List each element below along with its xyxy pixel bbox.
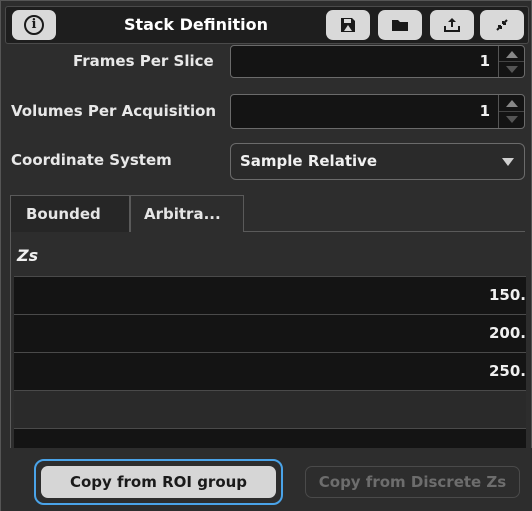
decrement-button[interactable] <box>499 62 524 78</box>
chevron-down-icon <box>506 65 518 73</box>
coordinate-system-label: Coordinate System <box>11 151 172 169</box>
chevron-up-icon <box>506 100 518 107</box>
table-row[interactable]: 250. <box>14 352 526 390</box>
tab-bounded[interactable]: Bounded <box>10 195 130 232</box>
title-bar: i Stack Definition <box>5 6 529 44</box>
save-icon <box>341 18 355 32</box>
collapse-icon <box>496 19 508 31</box>
chevron-down-icon <box>506 115 518 123</box>
decrement-button[interactable] <box>499 112 524 129</box>
frames-per-slice-spinner <box>498 46 524 77</box>
info-icon: i <box>24 15 44 35</box>
table-row[interactable]: 200. <box>14 314 526 352</box>
zs-header: Zs <box>17 246 39 265</box>
increment-button[interactable] <box>499 46 524 62</box>
table-row-empty[interactable] <box>14 428 526 448</box>
frames-per-slice-value: 1 <box>479 52 490 70</box>
z-value: 150. <box>488 286 526 304</box>
copy-from-roi-group-button[interactable]: Copy from ROI group <box>34 459 283 505</box>
table-row[interactable]: 150. <box>14 276 526 314</box>
zs-table: Zs 150. 200. 250. <box>10 232 526 448</box>
frames-per-slice-input[interactable]: 1 <box>230 45 525 78</box>
tab-bar: Bounded Arbitra... <box>10 195 525 232</box>
collapse-button[interactable] <box>480 10 524 40</box>
save-button[interactable] <box>326 10 370 40</box>
volumes-per-acquisition-input[interactable]: 1 <box>230 94 525 129</box>
increment-button[interactable] <box>499 95 524 112</box>
frames-per-slice-label: Frames Per Slice <box>73 52 214 70</box>
tab-arbitrary[interactable]: Arbitra... <box>130 195 244 232</box>
coordinate-system-value: Sample Relative <box>240 152 378 170</box>
volumes-per-acquisition-value: 1 <box>479 102 490 120</box>
volumes-per-acquisition-label: Volumes Per Acquisition <box>11 102 217 120</box>
table-row-empty[interactable] <box>14 390 526 428</box>
chevron-down-icon <box>502 158 514 166</box>
stack-definition-panel: i Stack Definition Frames Per Slice 1 Vo… <box>0 0 532 511</box>
copy-from-discrete-zs-button: Copy from Discrete Zs <box>305 466 520 498</box>
volumes-per-acquisition-spinner <box>498 95 524 128</box>
z-value: 250. <box>488 362 526 380</box>
info-button[interactable]: i <box>12 10 56 40</box>
chevron-up-icon <box>506 51 518 58</box>
coordinate-system-select[interactable]: Sample Relative <box>230 143 525 180</box>
z-value: 200. <box>488 324 526 342</box>
copy-from-roi-group-label: Copy from ROI group <box>41 466 276 498</box>
folder-open-icon <box>392 20 408 31</box>
export-button[interactable] <box>430 10 474 40</box>
panel-title: Stack Definition <box>123 15 269 34</box>
export-icon <box>444 18 460 32</box>
button-bar: Copy from ROI group Copy from Discrete Z… <box>1 448 532 511</box>
open-button[interactable] <box>378 10 422 40</box>
